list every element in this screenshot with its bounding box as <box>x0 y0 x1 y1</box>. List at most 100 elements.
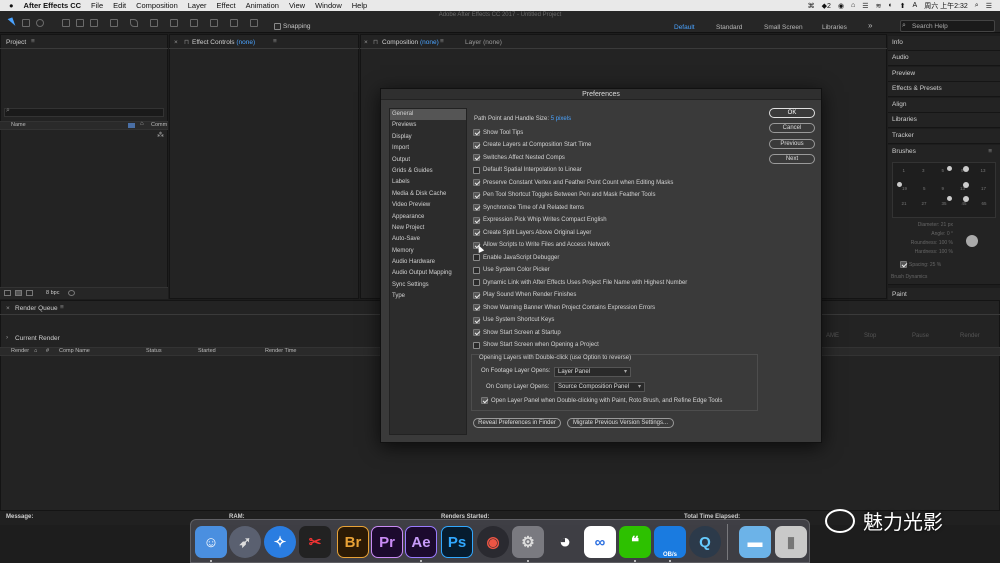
close-icon[interactable]: × <box>6 305 10 312</box>
category-sync-settings[interactable]: Sync Settings <box>390 280 466 291</box>
preference-option[interactable]: Use System Color Picker <box>473 266 550 274</box>
preference-option[interactable]: Allow Scripts to Write Files and Access … <box>473 241 610 249</box>
search-help-input[interactable]: Search Help <box>900 20 995 32</box>
menu-file[interactable]: File <box>91 1 103 10</box>
rectangle-tool-icon[interactable] <box>110 19 118 27</box>
tab-layer[interactable]: Layer (none) <box>465 39 502 46</box>
notification-icon[interactable]: ☰ <box>986 2 992 10</box>
workspace-standard[interactable]: Standard <box>716 24 742 31</box>
puppet-tool-icon[interactable] <box>250 19 258 27</box>
preference-checkbox[interactable] <box>473 166 480 174</box>
close-icon[interactable]: × <box>174 39 178 46</box>
column-status[interactable]: Status <box>146 348 162 354</box>
lock-icon[interactable]: ⊓ <box>373 38 378 46</box>
diameter-value[interactable]: Diameter: 21 px <box>903 221 953 230</box>
category-media-disk-cache[interactable]: Media & Disk Cache <box>390 189 466 200</box>
baidu-netdisk-icon[interactable]: ∞ <box>584 526 616 558</box>
preference-option[interactable]: Pen Tool Shortcut Toggles Between Pen an… <box>473 191 655 199</box>
comp-layer-select[interactable]: Source Composition Panel <box>554 382 645 392</box>
snapping-checkbox[interactable] <box>274 23 281 30</box>
preference-checkbox[interactable] <box>473 191 480 199</box>
hand-tool-icon[interactable] <box>22 19 30 27</box>
preference-option[interactable]: Dynamic Link with After Effects Uses Pro… <box>473 279 687 286</box>
brush-size[interactable]: 13 <box>980 166 985 175</box>
pan-behind-tool-icon[interactable] <box>90 19 98 27</box>
preference-checkbox[interactable] <box>473 291 480 299</box>
category-auto-save[interactable]: Auto-Save <box>390 234 466 245</box>
menu-effect[interactable]: Effect <box>217 1 236 10</box>
wifi-icon[interactable]: ≋ <box>876 2 882 10</box>
snapping-toggle[interactable]: Snapping <box>274 23 310 30</box>
roto-brush-tool-icon[interactable] <box>230 19 238 27</box>
column-comment[interactable]: Comm <box>151 122 167 128</box>
preference-checkbox[interactable] <box>473 341 480 349</box>
rotate-tool-icon[interactable] <box>62 19 70 27</box>
brush-size[interactable]: 27 <box>921 199 926 208</box>
preference-checkbox[interactable] <box>473 329 480 336</box>
panel-menu-icon[interactable]: ≡ <box>31 38 35 45</box>
premiere-icon[interactable]: Pr <box>371 526 403 558</box>
preference-option[interactable]: Switches Affect Nested Comps <box>473 154 565 161</box>
workspace-default[interactable]: Default <box>674 24 695 31</box>
audio-panel-header[interactable]: Audio <box>888 51 1000 66</box>
category-previews[interactable]: Previews <box>390 120 466 131</box>
bridge-icon[interactable]: Br <box>337 526 369 558</box>
safari-icon[interactable]: ✧ <box>264 526 296 558</box>
camera-tool-icon[interactable] <box>76 19 84 27</box>
category-labels[interactable]: Labels <box>390 177 466 188</box>
spotlight-icon[interactable]: ⌕ <box>975 2 979 10</box>
brush-size[interactable]: 5 <box>923 184 926 193</box>
status-icon[interactable]: ◆2 <box>822 2 831 10</box>
category-import[interactable]: Import <box>390 143 466 154</box>
workspace-more[interactable]: » <box>868 21 872 30</box>
preference-checkbox[interactable] <box>473 254 480 261</box>
spacing-row[interactable]: Spacing: 25 % <box>900 261 941 268</box>
render-button[interactable]: Render <box>960 333 980 339</box>
brush-size[interactable]: 19 <box>902 184 907 193</box>
preference-option[interactable]: Expression Pick Whip Writes Compact Engl… <box>473 216 607 224</box>
preference-option[interactable]: Use System Shortcut Keys <box>473 316 554 324</box>
effects-presets-panel-header[interactable]: Effects & Presets <box>888 82 1000 97</box>
preference-option[interactable]: Show Start Screen when Opening a Project <box>473 341 599 349</box>
folder-icon[interactable]: ▬ <box>739 526 771 558</box>
menu-composition[interactable]: Composition <box>136 1 178 10</box>
status-icon[interactable]: ⌘ <box>808 2 815 10</box>
menu-view[interactable]: View <box>289 1 305 10</box>
footage-layer-select[interactable]: Layer Panel <box>554 367 631 377</box>
system-preferences-icon[interactable]: ⚙ <box>512 526 544 558</box>
eraser-tool-icon[interactable] <box>210 19 218 27</box>
preference-checkbox[interactable] <box>473 266 480 274</box>
menu-edit[interactable]: Edit <box>113 1 126 10</box>
workspace-small-screen[interactable]: Small Screen <box>764 24 803 31</box>
hardness-value[interactable]: Hardness: 100 % <box>903 248 953 257</box>
input-method-icon[interactable]: A <box>913 2 918 9</box>
xcode-icon[interactable]: OB/s <box>654 526 686 558</box>
cancel-button[interactable]: Cancel <box>769 123 815 133</box>
align-panel-header[interactable]: Align <box>888 98 1000 113</box>
tag-icon[interactable]: ⌂ <box>34 348 37 354</box>
column-render[interactable]: Render <box>11 348 29 354</box>
type-tool-icon[interactable] <box>150 19 158 27</box>
panel-menu-icon[interactable]: ≡ <box>60 304 64 311</box>
spacing-checkbox[interactable] <box>900 261 907 268</box>
close-icon[interactable]: × <box>364 39 368 46</box>
panel-menu-icon[interactable]: ≡ <box>988 145 992 159</box>
category-audio-hardware[interactable]: Audio Hardware <box>390 257 466 268</box>
brush-dynamics-label[interactable]: Brush Dynamics <box>891 274 927 280</box>
brush-tool-icon[interactable] <box>170 19 178 27</box>
brush-size[interactable]: 1 <box>902 166 905 175</box>
path-point-size-value[interactable]: 5 pixels <box>551 116 571 122</box>
trash-icon[interactable] <box>68 290 75 296</box>
libraries-panel-header[interactable]: Libraries <box>888 113 1000 128</box>
clock[interactable]: 周六 上午2:32 <box>924 1 968 11</box>
flowchart-icon[interactable]: ⁂ <box>157 131 164 139</box>
menu-help[interactable]: Help <box>352 1 367 10</box>
column-started[interactable]: Started <box>198 348 216 354</box>
migrate-settings-button[interactable]: Migrate Previous Version Settings... <box>567 418 674 428</box>
tracker-panel-header[interactable]: Tracker <box>888 129 1000 144</box>
preference-checkbox[interactable] <box>473 304 480 311</box>
menu-animation[interactable]: Animation <box>246 1 279 10</box>
column-name[interactable]: Name <box>11 122 26 128</box>
preference-checkbox[interactable] <box>473 129 480 136</box>
brush-size[interactable]: 9 <box>941 184 944 193</box>
